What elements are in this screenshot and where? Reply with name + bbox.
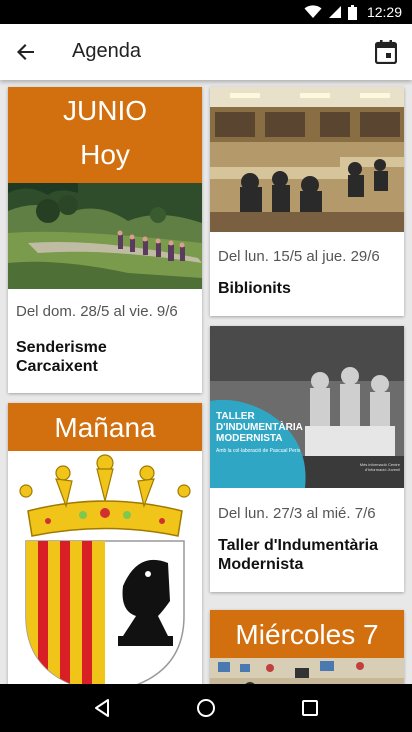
event-photo-classroom [210, 658, 404, 684]
nav-recents-button[interactable] [290, 688, 330, 728]
event-date-range: Del lun. 15/5 al jue. 29/6 [218, 248, 380, 265]
day-card-miercoles[interactable]: Miércoles 7 [210, 610, 404, 684]
nav-back-button[interactable] [82, 688, 122, 728]
home-circle-icon [197, 699, 215, 717]
day-header: Hoy [8, 133, 202, 183]
arrow-back-icon [17, 44, 34, 60]
poster-title: TALLER D'INDUMENTÀRIA MODERNISTA Amb la … [216, 411, 303, 454]
clock: 12:29 [366, 4, 402, 20]
system-navigation-bar [0, 684, 412, 732]
back-triangle-icon [95, 699, 109, 717]
page-title: Agenda [72, 40, 141, 62]
event-date-range: Del dom. 28/5 al vie. 9/6 [16, 303, 178, 320]
recents-square-icon [302, 700, 318, 716]
month-header: JUNIO [8, 87, 202, 133]
event-card-biblionits[interactable]: Del lun. 15/5 al jue. 29/6 Biblionits [210, 87, 404, 316]
right-column: Del lun. 15/5 al jue. 29/6 Biblionits TA… [210, 87, 404, 684]
back-button[interactable] [8, 34, 44, 70]
day-header: Miércoles 7 [210, 610, 404, 658]
battery-icon [347, 4, 357, 20]
nav-home-button[interactable] [186, 688, 226, 728]
calendar-icon [375, 40, 397, 64]
event-photo-library [210, 87, 404, 232]
poster-note: Més informació Centre d'Informació Juven… [359, 462, 400, 472]
wifi-icon [304, 5, 322, 19]
event-date-range: Del lun. 27/3 al mié. 7/6 [218, 505, 376, 522]
event-title: Taller d'Indumentària Modernista [218, 537, 378, 573]
event-photo-hiking [8, 183, 202, 289]
event-card-taller-indumentaria[interactable]: TALLER D'INDUMENTÀRIA MODERNISTA Amb la … [210, 326, 404, 592]
event-poster-taller: TALLER D'INDUMENTÀRIA MODERNISTA Amb la … [210, 326, 404, 488]
agenda-grid: JUNIO Hoy Del dom. 28/5 al vie. 9/6 Send… [0, 80, 412, 684]
left-column: JUNIO Hoy Del dom. 28/5 al vie. 9/6 Send… [8, 87, 202, 684]
day-header: Mañana [8, 403, 202, 451]
event-title: Senderisme Carcaixent [16, 339, 107, 375]
calendar-button[interactable] [370, 36, 402, 68]
cellular-signal-icon [328, 5, 342, 19]
app-bar: Agenda [0, 24, 412, 80]
event-image-coat-of-arms [8, 451, 202, 684]
status-bar: 12:29 [0, 0, 412, 24]
event-card-senderisme[interactable]: JUNIO Hoy Del dom. 28/5 al vie. 9/6 Send… [8, 87, 202, 393]
day-card-manana[interactable]: Mañana [8, 403, 202, 684]
event-title: Biblionits [218, 280, 291, 297]
